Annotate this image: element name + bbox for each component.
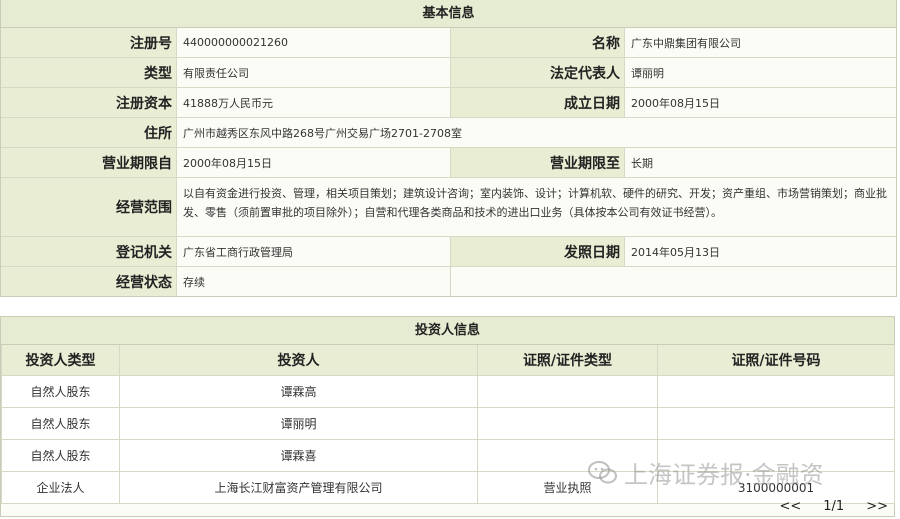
pagination: << 1/1 >>: [779, 499, 888, 514]
info-row: 类型 有限责任公司 法定代表人 谭丽明: [1, 58, 896, 88]
address-value: 广州市越秀区东风中路268号广州交易广场2701-2708室: [177, 118, 896, 147]
scope-value: 以自有资金进行投资、管理，相关项目策划；建筑设计咨询；室内装饰、设计；计算机软、…: [177, 178, 896, 236]
investor-name-cell: 谭霖高: [119, 375, 478, 408]
info-row: 住所 广州市越秀区东风中路268号广州交易广场2701-2708室: [1, 118, 896, 148]
table-row: 自然人股东 谭霖高: [1, 375, 895, 408]
investor-type-cell: 企业法人: [1, 471, 120, 504]
legal-rep-value: 谭丽明: [625, 58, 896, 87]
authority-value: 广东省工商行政管理局: [177, 237, 451, 266]
legal-rep-label: 法定代表人: [451, 58, 625, 87]
prev-page-button[interactable]: <<: [779, 499, 801, 514]
id-type-cell: [477, 407, 658, 440]
issue-date-label: 发照日期: [451, 237, 625, 266]
info-row: 注册号 440000000021260 名称 广东中鼎集团有限公司: [1, 28, 896, 58]
founded-value: 2000年08月15日: [625, 88, 896, 117]
period-to-value: 长期: [625, 148, 896, 177]
investor-name-cell: 上海长江财富资产管理有限公司: [119, 471, 478, 504]
reg-no-value: 440000000021260: [177, 28, 451, 57]
period-from-label: 营业期限自: [1, 148, 177, 177]
id-number-cell: [657, 439, 895, 472]
investor-name-cell: 谭霖喜: [119, 439, 478, 472]
founded-label: 成立日期: [451, 88, 625, 117]
status-label: 经营状态: [1, 267, 177, 296]
table-row: 企业法人 上海长江财富资产管理有限公司 营业执照 3100000001: [1, 471, 895, 504]
table-row: 自然人股东 谭霖喜: [1, 439, 895, 472]
period-from-value: 2000年08月15日: [177, 148, 451, 177]
period-to-label: 营业期限至: [451, 148, 625, 177]
id-type-cell: [477, 375, 658, 408]
investor-section: 投资人信息 投资人类型 投资人 证照/证件类型 证照/证件号码 自然人股东 谭霖…: [0, 316, 895, 517]
basic-info-section: 基本信息 注册号 440000000021260 名称 广东中鼎集团有限公司 类…: [0, 0, 897, 297]
investor-header: 投资人信息: [1, 317, 894, 345]
info-row: 经营范围 以自有资金进行投资、管理，相关项目策划；建筑设计咨询；室内装饰、设计；…: [1, 178, 896, 237]
investor-table: 投资人类型 投资人 证照/证件类型 证照/证件号码 自然人股东 谭霖高 自然人股…: [1, 345, 895, 504]
id-type-cell: [477, 439, 658, 472]
table-header-row: 投资人类型 投资人 证照/证件类型 证照/证件号码: [1, 345, 895, 376]
table-row: 自然人股东 谭丽明: [1, 407, 895, 440]
type-label: 类型: [1, 58, 177, 87]
issue-date-value: 2014年05月13日: [625, 237, 896, 266]
page-indicator: 1/1: [823, 499, 845, 514]
info-row: 营业期限自 2000年08月15日 营业期限至 长期: [1, 148, 896, 178]
info-row: 注册资本 41888万人民币元 成立日期 2000年08月15日: [1, 88, 896, 118]
capital-value: 41888万人民币元: [177, 88, 451, 117]
next-page-button[interactable]: >>: [866, 499, 888, 514]
col-investor: 投资人: [119, 345, 478, 376]
id-type-cell: 营业执照: [477, 471, 658, 504]
investor-type-cell: 自然人股东: [1, 407, 120, 440]
company-name-value: 广东中鼎集团有限公司: [625, 28, 896, 57]
info-row: 经营状态 存续: [1, 267, 896, 296]
capital-label: 注册资本: [1, 88, 177, 117]
authority-label: 登记机关: [1, 237, 177, 266]
address-label: 住所: [1, 118, 177, 147]
info-row: 登记机关 广东省工商行政管理局 发照日期 2014年05月13日: [1, 237, 896, 267]
col-id-type: 证照/证件类型: [477, 345, 658, 376]
investor-type-cell: 自然人股东: [1, 439, 120, 472]
col-id-number: 证照/证件号码: [657, 345, 895, 376]
investor-name-cell: 谭丽明: [119, 407, 478, 440]
investor-type-cell: 自然人股东: [1, 375, 120, 408]
company-name-label: 名称: [451, 28, 625, 57]
status-value: 存续: [177, 267, 451, 296]
id-number-cell: [657, 407, 895, 440]
id-number-cell: [657, 375, 895, 408]
scope-label: 经营范围: [1, 178, 177, 236]
col-investor-type: 投资人类型: [1, 345, 120, 376]
empty-cell: [451, 267, 896, 296]
type-value: 有限责任公司: [177, 58, 451, 87]
basic-info-header: 基本信息: [1, 0, 896, 28]
reg-no-label: 注册号: [1, 28, 177, 57]
